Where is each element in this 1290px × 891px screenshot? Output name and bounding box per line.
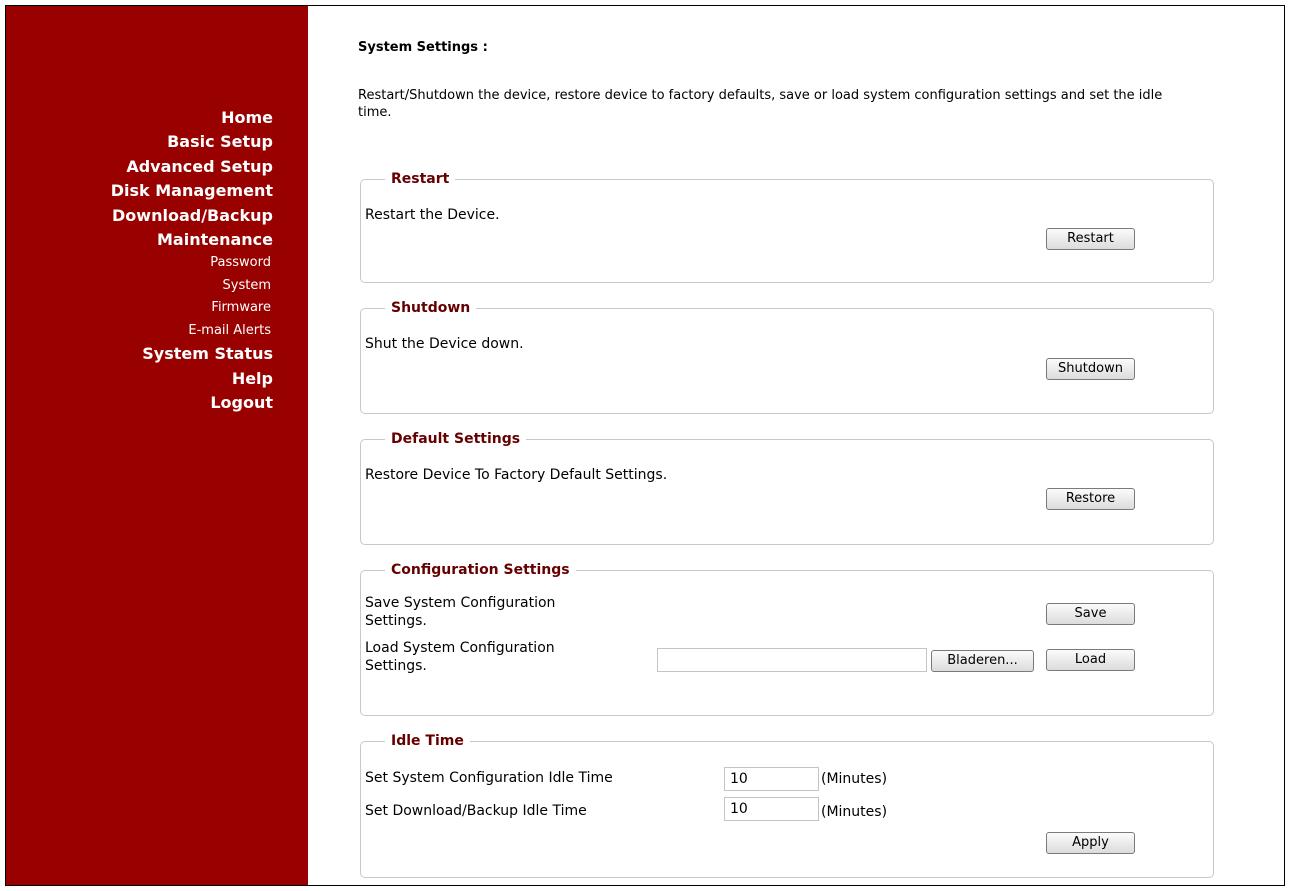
backup-idle-unit: (Minutes) xyxy=(821,804,888,820)
restart-section: Restart Restart the Device. Restart xyxy=(360,170,1214,283)
shutdown-button[interactable]: Shutdown xyxy=(1046,358,1135,380)
backup-idle-label: Set Download/Backup Idle Time xyxy=(365,803,587,819)
sidebar-nav: Home Basic Setup Advanced Setup Disk Man… xyxy=(111,106,273,416)
shutdown-text: Shut the Device down. xyxy=(365,336,524,352)
default-settings-legend: Default Settings xyxy=(385,430,527,448)
save-config-text: Save System Configuration Settings. xyxy=(365,595,556,629)
backup-idle-input[interactable] xyxy=(724,797,819,821)
nav-basic-setup[interactable]: Basic Setup xyxy=(111,130,273,154)
nav-help[interactable]: Help xyxy=(111,367,273,391)
page-frame: Home Basic Setup Advanced Setup Disk Man… xyxy=(5,5,1285,886)
nav-sub-system[interactable]: System xyxy=(111,275,273,298)
shutdown-legend: Shutdown xyxy=(385,299,477,317)
nav-disk-management[interactable]: Disk Management xyxy=(111,179,273,203)
load-button[interactable]: Load xyxy=(1046,649,1135,671)
apply-button[interactable]: Apply xyxy=(1046,832,1135,854)
load-config-text: Load System Configuration Settings. xyxy=(365,640,555,674)
config-file-input[interactable] xyxy=(657,648,927,672)
nav-home[interactable]: Home xyxy=(111,106,273,130)
nav-logout[interactable]: Logout xyxy=(111,391,273,415)
sidebar: Home Basic Setup Advanced Setup Disk Man… xyxy=(6,6,308,885)
config-idle-input[interactable] xyxy=(724,767,819,791)
restore-button[interactable]: Restore xyxy=(1046,488,1135,510)
default-settings-text: Restore Device To Factory Default Settin… xyxy=(365,467,668,483)
nav-advanced-setup[interactable]: Advanced Setup xyxy=(111,155,273,179)
nav-sub-password[interactable]: Password xyxy=(111,252,273,275)
nav-sub-firmware[interactable]: Firmware xyxy=(111,297,273,320)
idle-time-legend: Idle Time xyxy=(385,732,470,750)
configuration-settings-section: Configuration Settings Save System Confi… xyxy=(360,561,1214,716)
main-content: System Settings : Restart/Shutdown the d… xyxy=(358,6,1284,885)
nav-sub-email-alerts[interactable]: E-mail Alerts xyxy=(111,320,273,343)
browse-button[interactable]: Bladeren... xyxy=(931,650,1034,672)
config-idle-label: Set System Configuration Idle Time xyxy=(365,770,613,786)
restart-text: Restart the Device. xyxy=(365,207,500,223)
nav-system-status[interactable]: System Status xyxy=(111,342,273,366)
default-settings-section: Default Settings Restore Device To Facto… xyxy=(360,430,1214,545)
nav-download-backup[interactable]: Download/Backup xyxy=(111,204,273,228)
page-title: System Settings : xyxy=(358,40,488,55)
nav-maintenance[interactable]: Maintenance xyxy=(111,228,273,252)
save-button[interactable]: Save xyxy=(1046,603,1135,625)
page-description: Restart/Shutdown the device, restore dev… xyxy=(358,88,1163,120)
idle-time-section: Idle Time Set System Configuration Idle … xyxy=(360,732,1214,878)
configuration-settings-legend: Configuration Settings xyxy=(385,561,576,579)
config-idle-unit: (Minutes) xyxy=(821,771,888,787)
restart-button[interactable]: Restart xyxy=(1046,228,1135,250)
shutdown-section: Shutdown Shut the Device down. Shutdown xyxy=(360,299,1214,414)
restart-legend: Restart xyxy=(385,170,456,188)
